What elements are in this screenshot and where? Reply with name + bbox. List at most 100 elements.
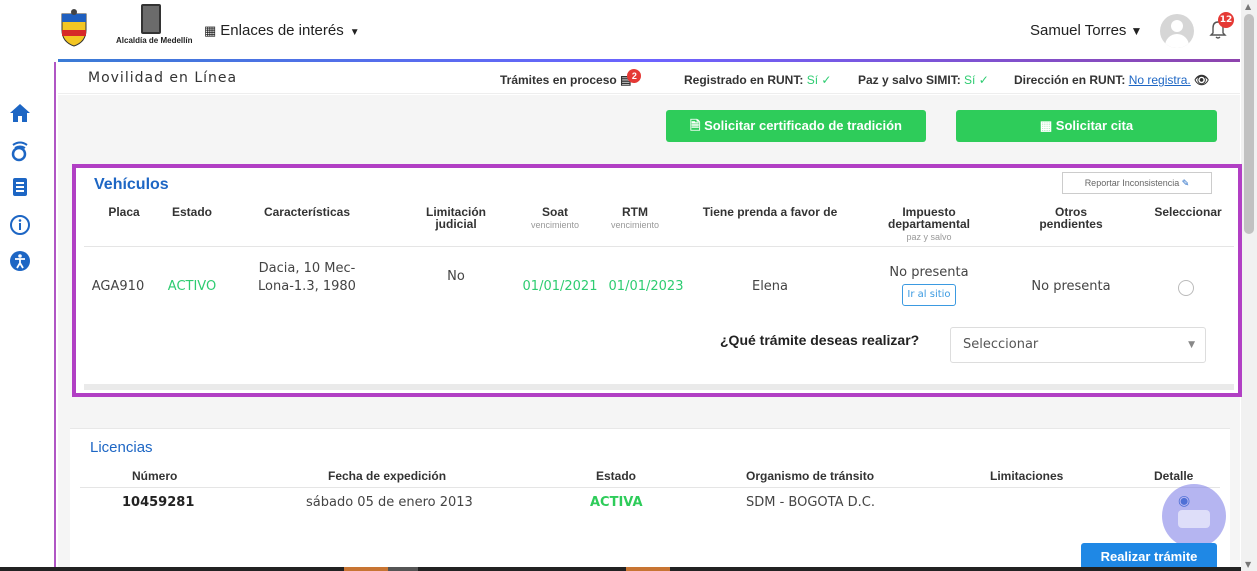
eye-icon[interactable]: 👁 xyxy=(1194,73,1209,87)
building-icon: ▦ xyxy=(204,23,217,38)
calendar-icon: ▦ xyxy=(1039,118,1056,133)
cell-impuesto: No presenta Ir al sitio xyxy=(874,264,984,306)
document-icon: 🗎 xyxy=(689,118,705,133)
th-detalle: Detalle xyxy=(1154,469,1194,483)
th-impuesto-label: Impuesto departamental xyxy=(887,205,971,231)
cell-caracteristicas: Dacia, 10 Mec-Lona-1.3, 1980 xyxy=(258,261,356,294)
th-placa: Placa xyxy=(108,205,140,219)
select-vehicle-radio[interactable] xyxy=(1178,280,1194,296)
th-impuesto: Impuesto departamental paz y salvo xyxy=(874,206,984,243)
colombia-shield-logo xyxy=(58,8,90,48)
pencil-icon: ✎ xyxy=(1181,178,1190,188)
user-menu[interactable]: Samuel Torres ▼ xyxy=(1030,22,1142,39)
vehiculos-title: Vehículos xyxy=(94,176,169,193)
logo-caption: Alcaldía de Medellín xyxy=(116,36,193,45)
licencias-header-line xyxy=(80,487,1220,488)
chatbot-icon[interactable] xyxy=(1162,484,1226,548)
section-title: Movilidad en Línea xyxy=(88,70,238,86)
caret-down-icon: ▼ xyxy=(1130,24,1143,38)
accessibility-icon[interactable] xyxy=(7,250,33,276)
taskbar-strip xyxy=(0,567,1241,571)
cell-estado: ACTIVO xyxy=(167,279,217,294)
th-estado: Estado xyxy=(171,205,212,219)
direccion-link[interactable]: No registra. xyxy=(1129,73,1191,87)
sub-header: Movilidad en Línea Trámites en proceso ▤… xyxy=(58,62,1240,94)
tramite-select[interactable]: Seleccionar ▼ xyxy=(950,327,1206,363)
th-soat: Soat vencimiento xyxy=(520,206,590,231)
direccion-runt: Dirección en RUNT: No registra. 👁 xyxy=(1014,73,1209,87)
chevron-down-icon: ▼ xyxy=(1188,340,1195,350)
scroll-down-icon[interactable]: ▼ xyxy=(1245,560,1251,569)
report-label: Reportar Inconsistencia xyxy=(1084,178,1180,188)
cita-label: Solicitar cita xyxy=(1055,118,1134,133)
enlaces-label: Enlaces de interés xyxy=(220,22,344,39)
th-rtm-label: RTM xyxy=(622,205,648,219)
th-limitaciones: Limitaciones xyxy=(990,469,1064,483)
cell-rtm: 01/01/2023 xyxy=(608,279,684,294)
th-caracteristicas: Características xyxy=(263,205,351,219)
top-bar: Alcaldía de Medellín ▦ Enlaces de interés… xyxy=(0,0,1240,60)
direccion-label: Dirección en RUNT: xyxy=(1014,73,1126,87)
document-icon[interactable] xyxy=(7,176,33,202)
simit-value: Sí ✓ xyxy=(964,73,989,87)
scrollbar-thumb[interactable] xyxy=(1244,14,1254,234)
th-prenda: Tiene prenda a favor de xyxy=(702,205,838,219)
cell-prenda: Elena xyxy=(751,279,789,294)
scroll-up-icon[interactable]: ▲ xyxy=(1245,2,1251,11)
th-fecha: Fecha de expedición xyxy=(328,469,447,483)
simit-label: Paz y salvo SIMIT: xyxy=(858,73,961,87)
tramite-question: ¿Qué trámite deseas realizar? xyxy=(720,332,920,348)
cell-otros: No presenta xyxy=(1031,279,1111,294)
avatar[interactable] xyxy=(1160,14,1194,48)
vehiculos-highlight: Vehículos Reportar Inconsistencia ✎ Plac… xyxy=(72,164,1242,397)
notifications-bell-icon[interactable]: 12 xyxy=(1208,12,1234,42)
th-seleccionar: Seleccionar xyxy=(1154,205,1222,219)
lic-organismo: SDM - BOGOTA D.C. xyxy=(746,495,875,510)
solicitar-cita-button[interactable]: ▦ Solicitar cita xyxy=(956,110,1217,142)
lic-numero: 10459281 xyxy=(122,495,195,510)
notifications-badge: 12 xyxy=(1218,12,1234,28)
simit-status: Paz y salvo SIMIT: Sí ✓ xyxy=(858,73,989,87)
th-limitacion: Limitación judicial xyxy=(425,205,486,231)
card-bottom-strip xyxy=(84,384,1234,390)
licencias-title: Licencias xyxy=(90,439,153,456)
info-icon[interactable] xyxy=(7,214,33,240)
th-numero: Número xyxy=(132,469,178,483)
th-soat-sub: vencimiento xyxy=(530,220,580,230)
reportar-inconsistencia-button[interactable]: Reportar Inconsistencia ✎ xyxy=(1062,172,1212,194)
th-rtm-sub: vencimiento xyxy=(610,220,660,230)
lic-estado: ACTIVA xyxy=(590,495,643,510)
cell-soat: 01/01/2021 xyxy=(522,279,598,294)
chevron-down-icon: ▼ xyxy=(349,27,360,38)
tramites-en-proceso[interactable]: Trámites en proceso ▤2 xyxy=(500,69,642,87)
home-icon[interactable] xyxy=(7,102,33,128)
header-divider-line xyxy=(84,246,1234,247)
th-otros: Otros pendientes xyxy=(1039,205,1103,231)
traffic-camera-icon[interactable] xyxy=(7,140,33,166)
th-organismo: Organismo de tránsito xyxy=(746,469,875,483)
page-scrollbar[interactable]: ▲ ▼ xyxy=(1241,0,1257,571)
tramite-select-value: Seleccionar xyxy=(963,337,1039,352)
user-name: Samuel Torres xyxy=(1030,22,1127,39)
sidebar xyxy=(0,62,56,571)
cell-limitacion: No xyxy=(447,269,465,284)
alcaldia-logo: Alcaldía de Medellín xyxy=(116,4,193,56)
vehiculos-card: Vehículos Reportar Inconsistencia ✎ Plac… xyxy=(84,172,1234,390)
solicitar-certificado-button[interactable]: 🗎 Solicitar certificado de tradición xyxy=(666,110,926,142)
cell-placa: AGA910 xyxy=(91,279,145,294)
tramites-badge: 2 xyxy=(627,69,642,83)
runt-value: Sí ✓ xyxy=(806,73,832,87)
enlaces-dropdown[interactable]: ▦ Enlaces de interés ▼ xyxy=(204,22,360,39)
th-soat-label: Soat xyxy=(541,205,568,219)
th-lic-estado: Estado xyxy=(596,469,637,483)
tramites-label: Trámites en proceso xyxy=(500,73,617,87)
certificado-label: Solicitar certificado de tradición xyxy=(704,118,903,133)
lic-fecha: sábado 05 de enero 2013 xyxy=(306,495,473,510)
th-rtm: RTM vencimiento xyxy=(600,206,670,231)
licencias-card: Licencias Número Fecha de expedición Est… xyxy=(70,428,1230,571)
impuesto-value: No presenta xyxy=(889,265,969,280)
runt-status: Registrado en RUNT: Sí ✓ xyxy=(684,73,831,87)
th-impuesto-sub: paz y salvo xyxy=(906,232,952,242)
ir-al-sitio-button[interactable]: Ir al sitio xyxy=(902,284,956,306)
runt-label: Registrado en RUNT: xyxy=(684,73,804,87)
